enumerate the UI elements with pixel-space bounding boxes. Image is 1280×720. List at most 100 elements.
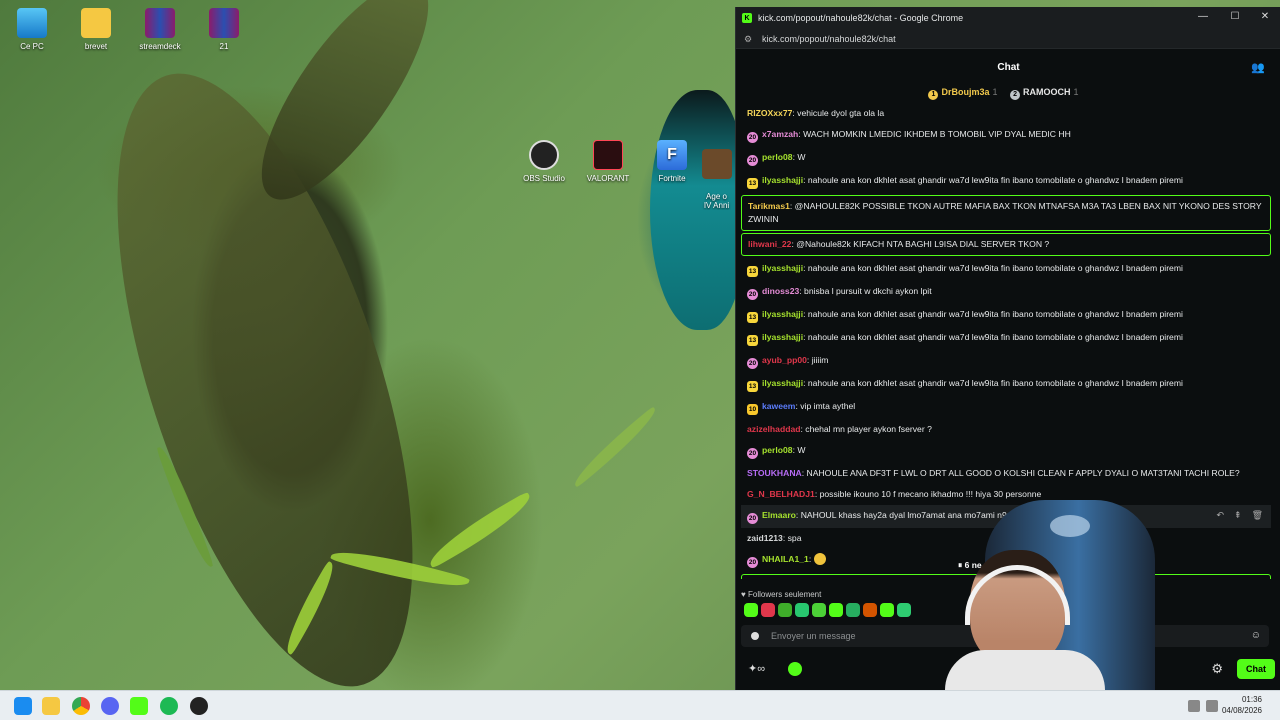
chat-username[interactable]: perlo08 <box>762 152 793 162</box>
emote-icon[interactable] <box>744 603 758 617</box>
winrar-icon <box>209 8 239 38</box>
site-settings-icon[interactable]: ⚙ <box>744 34 754 44</box>
pin-icon[interactable]: ⇞ <box>1234 509 1242 522</box>
app-icon[interactable] <box>190 697 208 715</box>
chat-username[interactable]: Elmaaro <box>762 510 796 520</box>
emote-icon[interactable] <box>761 603 775 617</box>
gift-leaderboard: 1 DrBoujm3a 1 2 RAMOOCH 1 <box>736 87 1280 103</box>
username-separator: : <box>808 554 814 564</box>
spotify-icon[interactable] <box>160 697 178 715</box>
windows-start-icon[interactable] <box>14 697 32 715</box>
chat-username[interactable]: ilyasshajji <box>762 263 803 273</box>
chat-username[interactable]: lihwani_22 <box>748 239 791 249</box>
maximize-icon[interactable]: ☐ <box>1228 11 1242 22</box>
address-bar[interactable]: ⚙ kick.com/popout/nahoule82k/chat <box>736 29 1280 49</box>
gifter-badge-icon: 13 <box>747 312 758 323</box>
chat-title: Chat <box>997 62 1020 73</box>
chat-username[interactable]: ilyasshajji <box>762 175 803 185</box>
chat-message[interactable]: 13 ilyasshajji: nahoule ana kon dkhlet as… <box>741 373 1271 396</box>
delete-icon[interactable]: 🗑 <box>1252 509 1263 522</box>
chat-message[interactable]: 20 x7amzah: WACH MOMKIN LMEDIC IKHDEM B T… <box>741 124 1271 147</box>
chat-message[interactable]: 13 ilyasshajji: nahoule ana kon dkhlet as… <box>741 170 1271 193</box>
kick-icon[interactable] <box>130 697 148 715</box>
chat-message[interactable]: 20 dinoss23: bnisba l pursuit w dkchi ayk… <box>741 281 1271 304</box>
user-list-icon[interactable]: 👥 <box>1251 57 1265 79</box>
chrome-icon[interactable] <box>72 697 90 715</box>
chat-username[interactable]: ayub_pp00 <box>762 355 807 365</box>
discord-icon[interactable] <box>101 697 119 715</box>
send-chat-button[interactable]: Chat <box>1237 659 1275 679</box>
emote-icon[interactable] <box>863 603 877 617</box>
desktop-icon-obs[interactable]: OBS Studio <box>514 140 574 183</box>
chat-message[interactable]: STOUKHANA: NAHOULE ANA DF3T F LWL O DRT … <box>741 463 1271 484</box>
chat-username[interactable]: azizelhaddad <box>747 424 800 434</box>
emote-icon[interactable] <box>846 603 860 617</box>
desktop-icon-21[interactable]: 21 <box>194 8 254 51</box>
subscriber-badge-icon: 20 <box>747 132 758 143</box>
chat-message[interactable]: 13 ilyasshajji: nahoule ana kon dkhlet as… <box>741 327 1271 350</box>
heart-icon: ♥ <box>741 590 748 599</box>
chat-message-text: vip imta aythel <box>800 401 856 411</box>
wallpaper-leaf <box>568 406 662 488</box>
chat-message[interactable]: Tarikmas1: @NAHOULE82K POSSIBLE TKON AUT… <box>741 195 1271 231</box>
badge-icon[interactable]: ✦∞ <box>748 662 765 675</box>
chat-username[interactable]: zaid1213 <box>747 533 783 543</box>
gifter-badge-icon: 13 <box>747 266 758 277</box>
emote-icon[interactable] <box>812 603 826 617</box>
network-icon[interactable] <box>1188 700 1200 712</box>
desktop-icon-this-pc[interactable]: Ce PC <box>2 8 62 51</box>
chat-settings-icon[interactable]: ⚙ <box>1211 661 1223 677</box>
leaderboard-user[interactable]: RAMOOCH <box>1023 87 1071 97</box>
chat-username[interactable]: STOUKHANA <box>747 468 802 478</box>
chat-message[interactable]: 20 perlo08: W <box>741 147 1271 170</box>
taskbar: 01:36 04/08/2026 <box>0 690 1280 720</box>
emoji-picker-icon[interactable]: ☺ <box>1251 625 1261 647</box>
emote-icon[interactable] <box>778 603 792 617</box>
streamer-body <box>945 650 1105 690</box>
emote-icon[interactable] <box>829 603 843 617</box>
chat-message[interactable]: 20 ayub_pp00: jiiiim <box>741 350 1271 373</box>
chat-message[interactable]: 10 kaweem: vip imta aythel <box>741 396 1271 419</box>
desktop-icon-streamdeck[interactable]: streamdeck <box>130 8 190 51</box>
volume-icon[interactable] <box>1206 700 1218 712</box>
chat-message[interactable]: RIZOXxx77: vehicule dyol gta ola la <box>741 103 1271 124</box>
chat-message-text: NAHOULE ANA DF3T F LWL O DRT ALL GOOD O … <box>806 468 1240 478</box>
subscriber-badge-icon: 20 <box>747 155 758 166</box>
chat-username[interactable]: x7amzah <box>762 129 798 139</box>
chat-message[interactable]: 20 perlo08: W <box>741 440 1271 463</box>
chat-username[interactable]: G_N_BELHADJ1 <box>747 489 815 499</box>
minimize-icon[interactable]: — <box>1196 11 1210 22</box>
chat-message[interactable]: lihwani_22: @Nahoule82k KIFACH NTA BAGHI… <box>741 233 1271 256</box>
chat-message[interactable]: 13 ilyasshajji: nahoule ana kon dkhlet as… <box>741 304 1271 327</box>
clock[interactable]: 01:36 04/08/2026 <box>1222 694 1262 716</box>
chat-username[interactable]: ilyasshajji <box>762 309 803 319</box>
chat-message-text: nahoule ana kon dkhlet asat ghandir wa7d… <box>807 263 1183 273</box>
clock-date: 04/08/2026 <box>1221 706 1262 715</box>
chat-message[interactable]: azizelhaddad: chehal mn player aykon fse… <box>741 419 1271 440</box>
subscriber-badge-icon: 20 <box>747 557 758 568</box>
emote-icon[interactable] <box>897 603 911 617</box>
reply-icon[interactable]: ↶ <box>1216 509 1224 522</box>
desktop-icon-age[interactable]: Age o IV Anni <box>694 140 739 210</box>
file-explorer-icon[interactable] <box>42 697 60 715</box>
chat-username[interactable]: NHAILA1_1 <box>762 554 809 564</box>
chat-username[interactable]: perlo08 <box>762 445 793 455</box>
close-icon[interactable]: ✕ <box>1258 11 1272 22</box>
chat-message-text: jiiiim <box>811 355 829 365</box>
chat-message-text: nahoule ana kon dkhlet asat ghandir wa7d… <box>807 175 1183 185</box>
chat-username[interactable]: ilyasshajji <box>762 378 803 388</box>
chat-username[interactable]: dinoss23 <box>762 286 799 296</box>
emote-icon[interactable] <box>880 603 894 617</box>
chat-username[interactable]: Tarikmas1 <box>748 201 790 211</box>
desktop-icon-brevet[interactable]: brevet <box>66 8 126 51</box>
leaderboard-user[interactable]: DrBoujm3a <box>941 87 989 97</box>
chat-username[interactable]: ilyasshajji <box>762 332 803 342</box>
desktop-icon-valorant[interactable]: VALORANT <box>578 140 638 183</box>
rank-1-icon: 1 <box>928 90 939 100</box>
chat-username[interactable]: RIZOXxx77 <box>747 108 792 118</box>
chat-username[interactable]: kaweem <box>762 401 795 411</box>
desktop-icon-fortnite[interactable]: F Fortnite <box>642 140 702 183</box>
emote-icon[interactable] <box>795 603 809 617</box>
kick-coin-icon[interactable] <box>788 662 802 676</box>
chat-message[interactable]: 13 ilyasshajji: nahoule ana kon dkhlet as… <box>741 258 1271 281</box>
